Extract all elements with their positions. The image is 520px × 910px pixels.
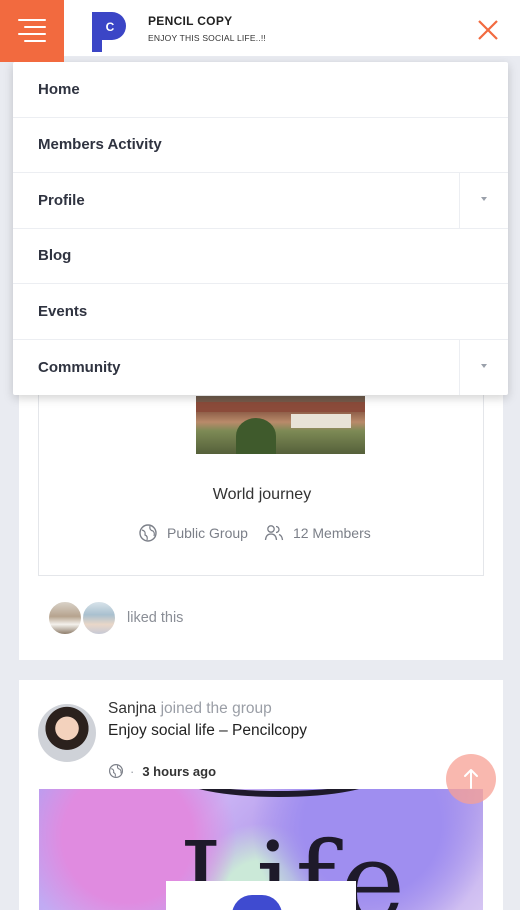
menu-item-community[interactable]: Community [13,339,508,395]
group-cover-photo [196,396,365,454]
activity-action: joined the group [160,700,272,717]
globe-icon [109,764,123,778]
scroll-to-top-button[interactable] [446,754,496,804]
liker-avatar[interactable] [81,600,117,636]
group-cover-image[interactable]: Life [39,789,483,910]
globe-icon [139,524,157,542]
user-avatar[interactable] [38,704,96,762]
menu-item-members-activity[interactable]: Members Activity [13,118,508,173]
menu-item-label: Community [38,358,121,376]
menu-item-label: Events [38,302,88,320]
activity-group-link[interactable]: Enjoy social life – Pencilcopy [108,722,307,740]
activity-text: Sanjna joined the group [108,700,272,718]
activity-time[interactable]: 3 hours ago [142,764,216,779]
menu-item-profile[interactable]: Profile [13,173,508,229]
menu-item-label: Blog [38,247,72,265]
brand-title: PENCIL COPY [148,14,233,28]
menu-item-home[interactable]: Home [13,62,508,118]
liker-avatar[interactable] [47,600,83,636]
chevron-down-icon[interactable] [459,339,508,395]
arrow-up-icon [464,769,478,789]
separator-dot: · [130,763,135,779]
menu-item-label: Members Activity [38,136,162,154]
group-meta: Public Group 12 Members [138,522,371,544]
liked-text: liked this [127,610,184,626]
menu-icon [18,19,46,21]
menu-toggle-button[interactable] [0,0,64,62]
menu-item-blog[interactable]: Blog [13,229,508,284]
brand-subtitle: ENJOY THIS SOCIAL LIFE..!! [148,33,266,43]
close-icon[interactable] [474,16,502,44]
menu-item-label: Home [38,80,80,98]
menu-icon-line [18,33,46,35]
group-privacy: Public Group [167,525,248,541]
pencil-copy-logo[interactable]: C [92,8,126,52]
members-icon [264,525,284,541]
activity-user[interactable]: Sanjna [108,700,156,717]
menu-item-label: Profile [38,191,85,209]
group-name[interactable]: World journey [39,486,485,504]
group-members-count[interactable]: 12 Members [293,525,371,541]
activity-time-row: · 3 hours ago [108,762,216,780]
menu-icon-line [24,26,46,28]
svg-text:C: C [106,20,115,34]
menu-icon-line [24,40,46,42]
app-header: C PENCIL COPY ENJOY THIS SOCIAL LIFE..!! [0,0,520,62]
menu-item-events[interactable]: Events [13,284,508,340]
chevron-down-icon[interactable] [459,173,508,228]
navigation-dropdown: Home Members Activity Profile Blog Event… [13,62,508,395]
liked-by-row: liked this [47,600,183,636]
join-activity-card: Sanjna joined the group Enjoy social lif… [19,680,503,910]
